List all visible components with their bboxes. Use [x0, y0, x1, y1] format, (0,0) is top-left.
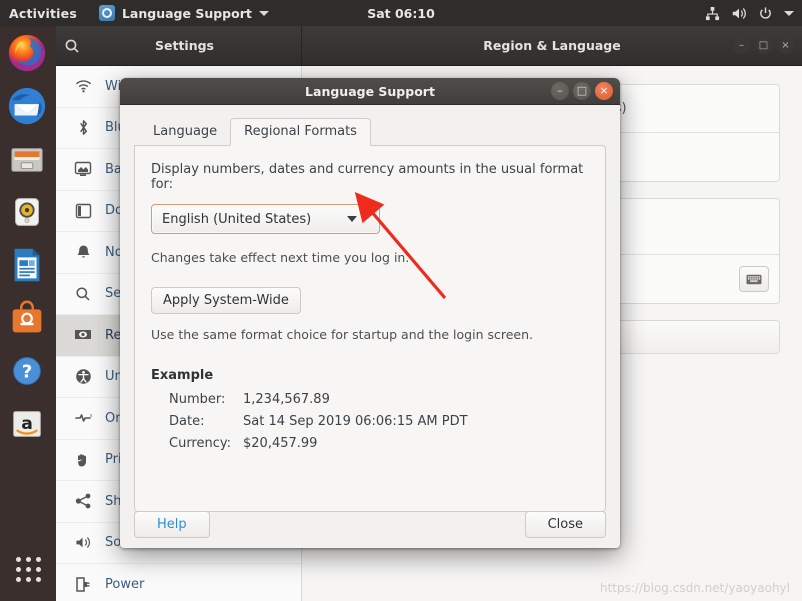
example-key: Date:: [169, 414, 205, 429]
dock-item-amazon[interactable]: a: [6, 403, 50, 447]
watermark: https://blog.csdn.net/yaoyaohyl: [600, 581, 790, 595]
chevron-down-icon: [347, 216, 357, 222]
dock-item-thunderbird[interactable]: [6, 85, 50, 129]
chevron-down-icon: [258, 10, 269, 16]
dialog-title-bar: Language Support – □ ×: [120, 78, 620, 105]
dialog-tabs: Language Regional Formats: [134, 117, 606, 146]
grid-dot: [15, 556, 21, 562]
app-menu-label: Language Support: [121, 5, 252, 21]
show-applications-button[interactable]: [6, 547, 50, 591]
system-tray[interactable]: [705, 6, 794, 21]
example-key: Number:: [169, 392, 226, 407]
minimize-button[interactable]: –: [551, 82, 569, 100]
universal-access-icon: [74, 368, 92, 385]
regional-format-dropdown[interactable]: English (United States): [151, 204, 380, 234]
settings-header-left: Settings: [56, 26, 302, 65]
tab-regional-formats[interactable]: Regional Formats: [230, 118, 371, 146]
settings-header-bar: Settings Region & Language – □ ×: [56, 26, 802, 66]
bluetooth-icon: [74, 119, 92, 136]
settings-title: Settings: [154, 38, 214, 53]
search-icon[interactable]: [64, 38, 80, 54]
wifi-icon: [74, 79, 92, 94]
apply-row: Apply System-Wide: [151, 287, 589, 314]
close-button[interactable]: ×: [595, 82, 613, 100]
privacy-hand-icon: [74, 452, 92, 468]
dock-item-firefox[interactable]: [6, 32, 50, 76]
close-button[interactable]: ×: [777, 37, 794, 54]
dock-item-help[interactable]: ?: [6, 350, 50, 394]
example-row: Number: 1,234,567.89: [169, 390, 589, 410]
dock-item-files[interactable]: [6, 138, 50, 182]
example-table: Number: 1,234,567.89 Date: Sat 14 Sep 20…: [169, 390, 589, 454]
sidebar-item-power[interactable]: Power: [56, 564, 301, 601]
minimize-button[interactable]: –: [733, 37, 750, 54]
grid-dot: [25, 556, 31, 562]
online-accounts-icon: s: [74, 411, 93, 425]
dialog-body: Language Regional Formats Display number…: [120, 105, 620, 548]
settings-header-right: Region & Language – □ ×: [302, 26, 802, 65]
background-icon: [74, 161, 92, 177]
apply-system-wide-button[interactable]: Apply System-Wide: [151, 287, 301, 314]
language-support-icon: [98, 5, 115, 21]
example-key: Currency:: [169, 436, 232, 451]
chevron-down-icon[interactable]: [784, 10, 794, 16]
grid-dot: [15, 566, 21, 572]
settings-window-buttons: – □ ×: [733, 37, 794, 54]
grid-dot: [15, 576, 21, 582]
apply-note: Use the same format choice for startup a…: [151, 327, 533, 342]
svg-text:?: ?: [22, 362, 33, 383]
svg-text:a: a: [21, 414, 33, 434]
close-dialog-button[interactable]: Close: [524, 510, 606, 538]
grid-dot: [25, 576, 31, 582]
grid-dot: [35, 576, 41, 582]
lead-text: Display numbers, dates and currency amou…: [151, 162, 584, 192]
search-icon: [74, 286, 92, 302]
example-row: Date: Sat 14 Sep 2019 06:06:15 AM PDT: [169, 412, 589, 432]
dock-item-rhythmbox[interactable]: [6, 191, 50, 235]
example-value: Sat 14 Sep 2019 06:06:15 AM PDT: [243, 414, 468, 429]
help-button[interactable]: Help: [134, 510, 210, 538]
language-support-dialog: Language Support – □ × Language Regional…: [120, 78, 620, 548]
grid-dot: [35, 556, 41, 562]
regional-format-value: English (United States): [162, 211, 312, 227]
sharing-icon: [74, 493, 92, 509]
power-plug-icon: [74, 576, 92, 593]
dock-item-libreoffice-writer[interactable]: [6, 244, 50, 288]
region-language-icon: [74, 328, 92, 342]
screen: Activities Language Support Sat 06:10 ? …: [0, 0, 802, 601]
volume-icon[interactable]: [731, 6, 747, 21]
dialog-window-buttons: – □ ×: [551, 82, 613, 100]
dialog-title: Language Support: [305, 83, 435, 99]
grid-dot: [25, 566, 31, 572]
power-icon[interactable]: [758, 6, 773, 21]
example-value: $20,457.99: [243, 436, 318, 451]
keyboard-icon[interactable]: [739, 266, 769, 292]
grid-dot: [35, 566, 41, 572]
svg-text:s: s: [90, 413, 92, 419]
changes-note: Changes take effect next time you log in…: [151, 250, 410, 265]
page-title: Region & Language: [483, 38, 621, 53]
dock-item-ubuntu-software[interactable]: [6, 297, 50, 341]
sound-icon: [74, 535, 92, 550]
activities-button[interactable]: Activities: [9, 6, 77, 21]
ubuntu-dock: ? a: [0, 26, 56, 601]
gnome-top-bar: Activities Language Support Sat 06:10: [0, 0, 802, 26]
dialog-footer: Help Close: [120, 500, 620, 548]
tab-language[interactable]: Language: [140, 119, 230, 145]
sidebar-item-label: Power: [105, 576, 145, 592]
regional-formats-panel: Display numbers, dates and currency amou…: [134, 145, 606, 512]
dock-icon: [74, 203, 92, 219]
example-heading: Example: [151, 368, 214, 383]
example-row: Currency: $20,457.99: [169, 434, 589, 454]
network-wired-icon[interactable]: [705, 6, 720, 21]
app-menu-button[interactable]: Language Support: [98, 5, 269, 21]
example-value: 1,234,567.89: [243, 392, 330, 407]
maximize-button[interactable]: □: [573, 82, 591, 100]
bell-icon: [74, 244, 92, 261]
maximize-button[interactable]: □: [755, 37, 772, 54]
